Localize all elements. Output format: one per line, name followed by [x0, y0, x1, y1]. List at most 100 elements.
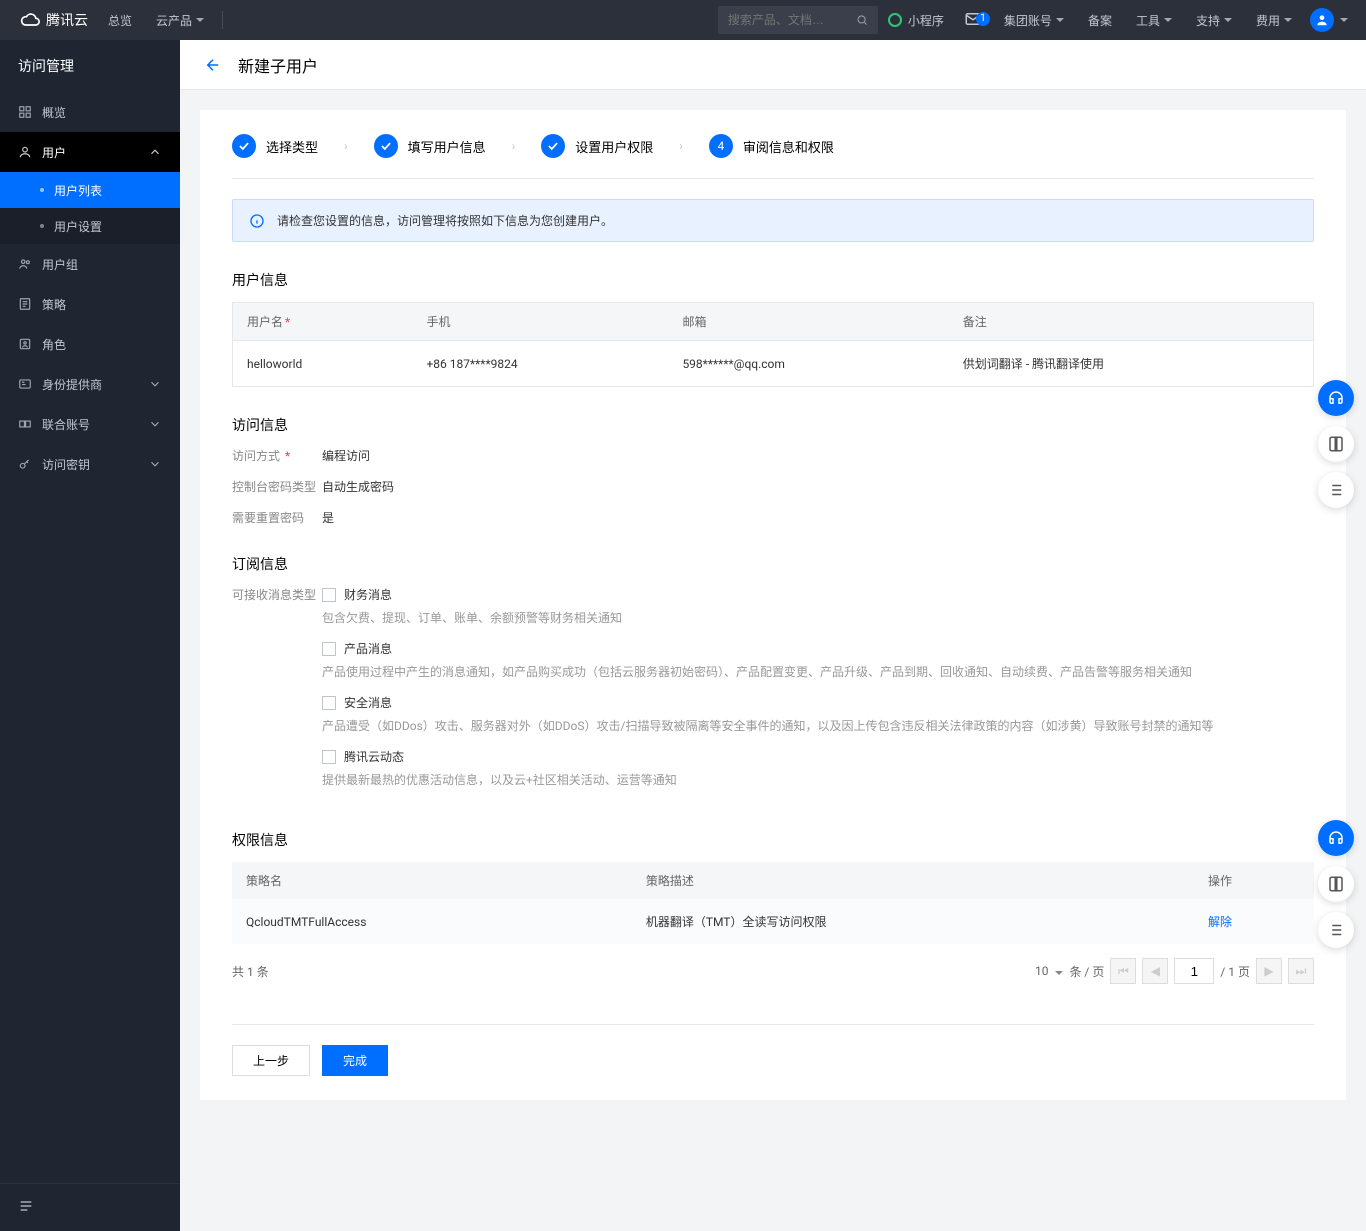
unbind-link[interactable]: 解除 — [1208, 915, 1232, 929]
chevron-down-icon — [148, 457, 162, 471]
section-user-info-title: 用户信息 — [232, 270, 1314, 290]
sidebar-item-overview[interactable]: 概览 — [0, 92, 180, 132]
cloud-icon — [20, 10, 40, 30]
miniprogram-icon — [888, 13, 902, 27]
chevron-down-icon — [148, 377, 162, 391]
section-perm-title: 权限信息 — [232, 830, 1314, 850]
chevron-right-icon: › — [665, 139, 697, 153]
prev-button[interactable]: 上一步 — [232, 1045, 310, 1076]
nav-group[interactable]: 集团账号 — [992, 0, 1076, 40]
user-icon — [18, 145, 32, 159]
fab-feedback[interactable] — [1318, 472, 1354, 508]
sidebar-item-policy[interactable]: 策略 — [0, 284, 180, 324]
subscribe-types-label: 可接收消息类型 — [232, 586, 322, 802]
separator — [222, 11, 223, 29]
chevron-up-icon — [148, 145, 162, 159]
step-1: 选择类型 — [232, 134, 318, 158]
user-avatar[interactable] — [1310, 8, 1334, 32]
col-email: 邮箱 — [668, 303, 948, 341]
fab-support-2[interactable] — [1318, 820, 1354, 856]
page-first[interactable]: ⏮ — [1110, 958, 1136, 984]
mail-badge: 1 — [976, 12, 990, 26]
page-last[interactable]: ⏭ — [1288, 958, 1314, 984]
list-icon — [1327, 481, 1345, 499]
cell-username: helloworld — [233, 341, 413, 387]
table-row: QcloudTMTFullAccess 机器翻译（TMT）全读写访问权限 解除 — [232, 899, 1314, 944]
chevron-down-icon — [196, 18, 204, 22]
policy-icon — [18, 297, 32, 311]
chk-product: 产品消息 产品使用过程中产生的消息通知，如产品购买成功（包括云服务器初始密码）、… — [322, 640, 1314, 680]
kv-reset-pwd: 需要重置密码 是 — [232, 509, 1314, 526]
pagination: 共 1 条 10 条 / 页 ⏮ ◀ / 1 页 ▶ ⏭ — [232, 958, 1314, 984]
chk-security: 安全消息 产品遭受（如DDos）攻击、服务器对外（如DDoS）攻击/扫描导致被隔… — [322, 694, 1314, 734]
fab-docs-2[interactable] — [1318, 866, 1354, 902]
chevron-right-icon: › — [498, 139, 530, 153]
page-title: 新建子用户 — [238, 53, 318, 77]
chevron-down-icon — [1164, 18, 1172, 22]
fab-support[interactable] — [1318, 380, 1354, 416]
sidebar: 访问管理 概览 用户 用户列表 用户设置 用户组 策略 — [0, 40, 180, 1231]
nav-beian[interactable]: 备案 — [1076, 0, 1124, 40]
search-input[interactable] — [728, 13, 850, 27]
chevron-down-icon — [1224, 18, 1232, 22]
step-4: 4 审阅信息和权限 — [709, 134, 834, 158]
chk-news: 腾讯云动态 提供最新最热的优惠活动信息，以及云+社区相关活动、运营等通知 — [322, 748, 1314, 788]
checkbox-news[interactable] — [322, 750, 336, 764]
col-remark: 备注 — [949, 303, 1314, 341]
fab-docs[interactable] — [1318, 426, 1354, 462]
checkbox-security[interactable] — [322, 696, 336, 710]
sidebar-title: 访问管理 — [0, 40, 180, 92]
chevron-down-icon — [1284, 18, 1292, 22]
nav-products[interactable]: 云产品 — [144, 0, 216, 40]
perm-table: 策略名 策略描述 操作 QcloudTMTFullAccess 机器翻译（TMT… — [232, 862, 1314, 944]
step-2: 填写用户信息 — [374, 134, 486, 158]
nav-cost[interactable]: 费用 — [1244, 0, 1304, 40]
dashboard-icon — [18, 105, 32, 119]
brand-logo[interactable]: 腾讯云 — [12, 10, 96, 30]
sidebar-subitem-user-list[interactable]: 用户列表 — [0, 172, 180, 208]
back-button[interactable] — [204, 56, 222, 74]
sidebar-item-access-key[interactable]: 访问密钥 — [0, 444, 180, 484]
sidebar-collapse[interactable] — [0, 1183, 180, 1231]
col-phone: 手机 — [412, 303, 668, 341]
sidebar-item-federation[interactable]: 联合账号 — [0, 404, 180, 444]
cell-remark: 供划词翻译 - 腾讯翻译使用 — [949, 341, 1314, 387]
chevron-down-icon — [1056, 18, 1064, 22]
kv-access-method: 访问方式 * 编程访问 — [232, 447, 1314, 464]
user-info-table: 用户名* 手机 邮箱 备注 helloworld +86 187****9824… — [232, 302, 1314, 387]
chevron-down-icon — [1340, 18, 1348, 22]
done-button[interactable]: 完成 — [322, 1045, 388, 1076]
nav-tools[interactable]: 工具 — [1124, 0, 1184, 40]
sidebar-item-role[interactable]: 角色 — [0, 324, 180, 364]
page-next[interactable]: ▶ — [1256, 958, 1282, 984]
users-icon — [18, 257, 32, 271]
sidebar-item-usergroup[interactable]: 用户组 — [0, 244, 180, 284]
fab-feedback-2[interactable] — [1318, 912, 1354, 948]
page-input[interactable] — [1174, 958, 1214, 984]
step-done-icon — [541, 134, 565, 158]
nav-support[interactable]: 支持 — [1184, 0, 1244, 40]
sidebar-item-idp[interactable]: 身份提供商 — [0, 364, 180, 404]
search-box[interactable] — [718, 6, 878, 34]
page-size[interactable]: 10 — [1035, 964, 1063, 978]
sidebar-subitem-user-settings[interactable]: 用户设置 — [0, 208, 180, 244]
federation-icon — [18, 417, 32, 431]
content: 新建子用户 选择类型 › 填写用户信息 › 设置用户权限 › — [180, 40, 1366, 1231]
section-subscribe-title: 订阅信息 — [232, 554, 1314, 574]
col-policy-op: 操作 — [1194, 862, 1314, 899]
sidebar-item-user[interactable]: 用户 — [0, 132, 180, 172]
step-3: 设置用户权限 — [541, 134, 653, 158]
chk-finance: 财务消息 包含欠费、提现、订单、账单、余额预警等财务相关通知 — [322, 586, 1314, 626]
checkbox-finance[interactable] — [322, 588, 336, 602]
cell-phone: +86 187****9824 — [412, 341, 668, 387]
brand-text: 腾讯云 — [46, 10, 88, 30]
kv-pwd-type: 控制台密码类型 自动生成密码 — [232, 478, 1314, 495]
page-prev[interactable]: ◀ — [1142, 958, 1168, 984]
mail-button[interactable]: 1 — [954, 10, 992, 31]
checkbox-product[interactable] — [322, 642, 336, 656]
nav-overview[interactable]: 总览 — [96, 0, 144, 40]
mini-program[interactable]: 小程序 — [878, 12, 954, 29]
wizard-footer: 上一步 完成 — [232, 1024, 1314, 1076]
page-header: 新建子用户 — [180, 40, 1366, 90]
float-tools-bottom — [1318, 820, 1354, 948]
